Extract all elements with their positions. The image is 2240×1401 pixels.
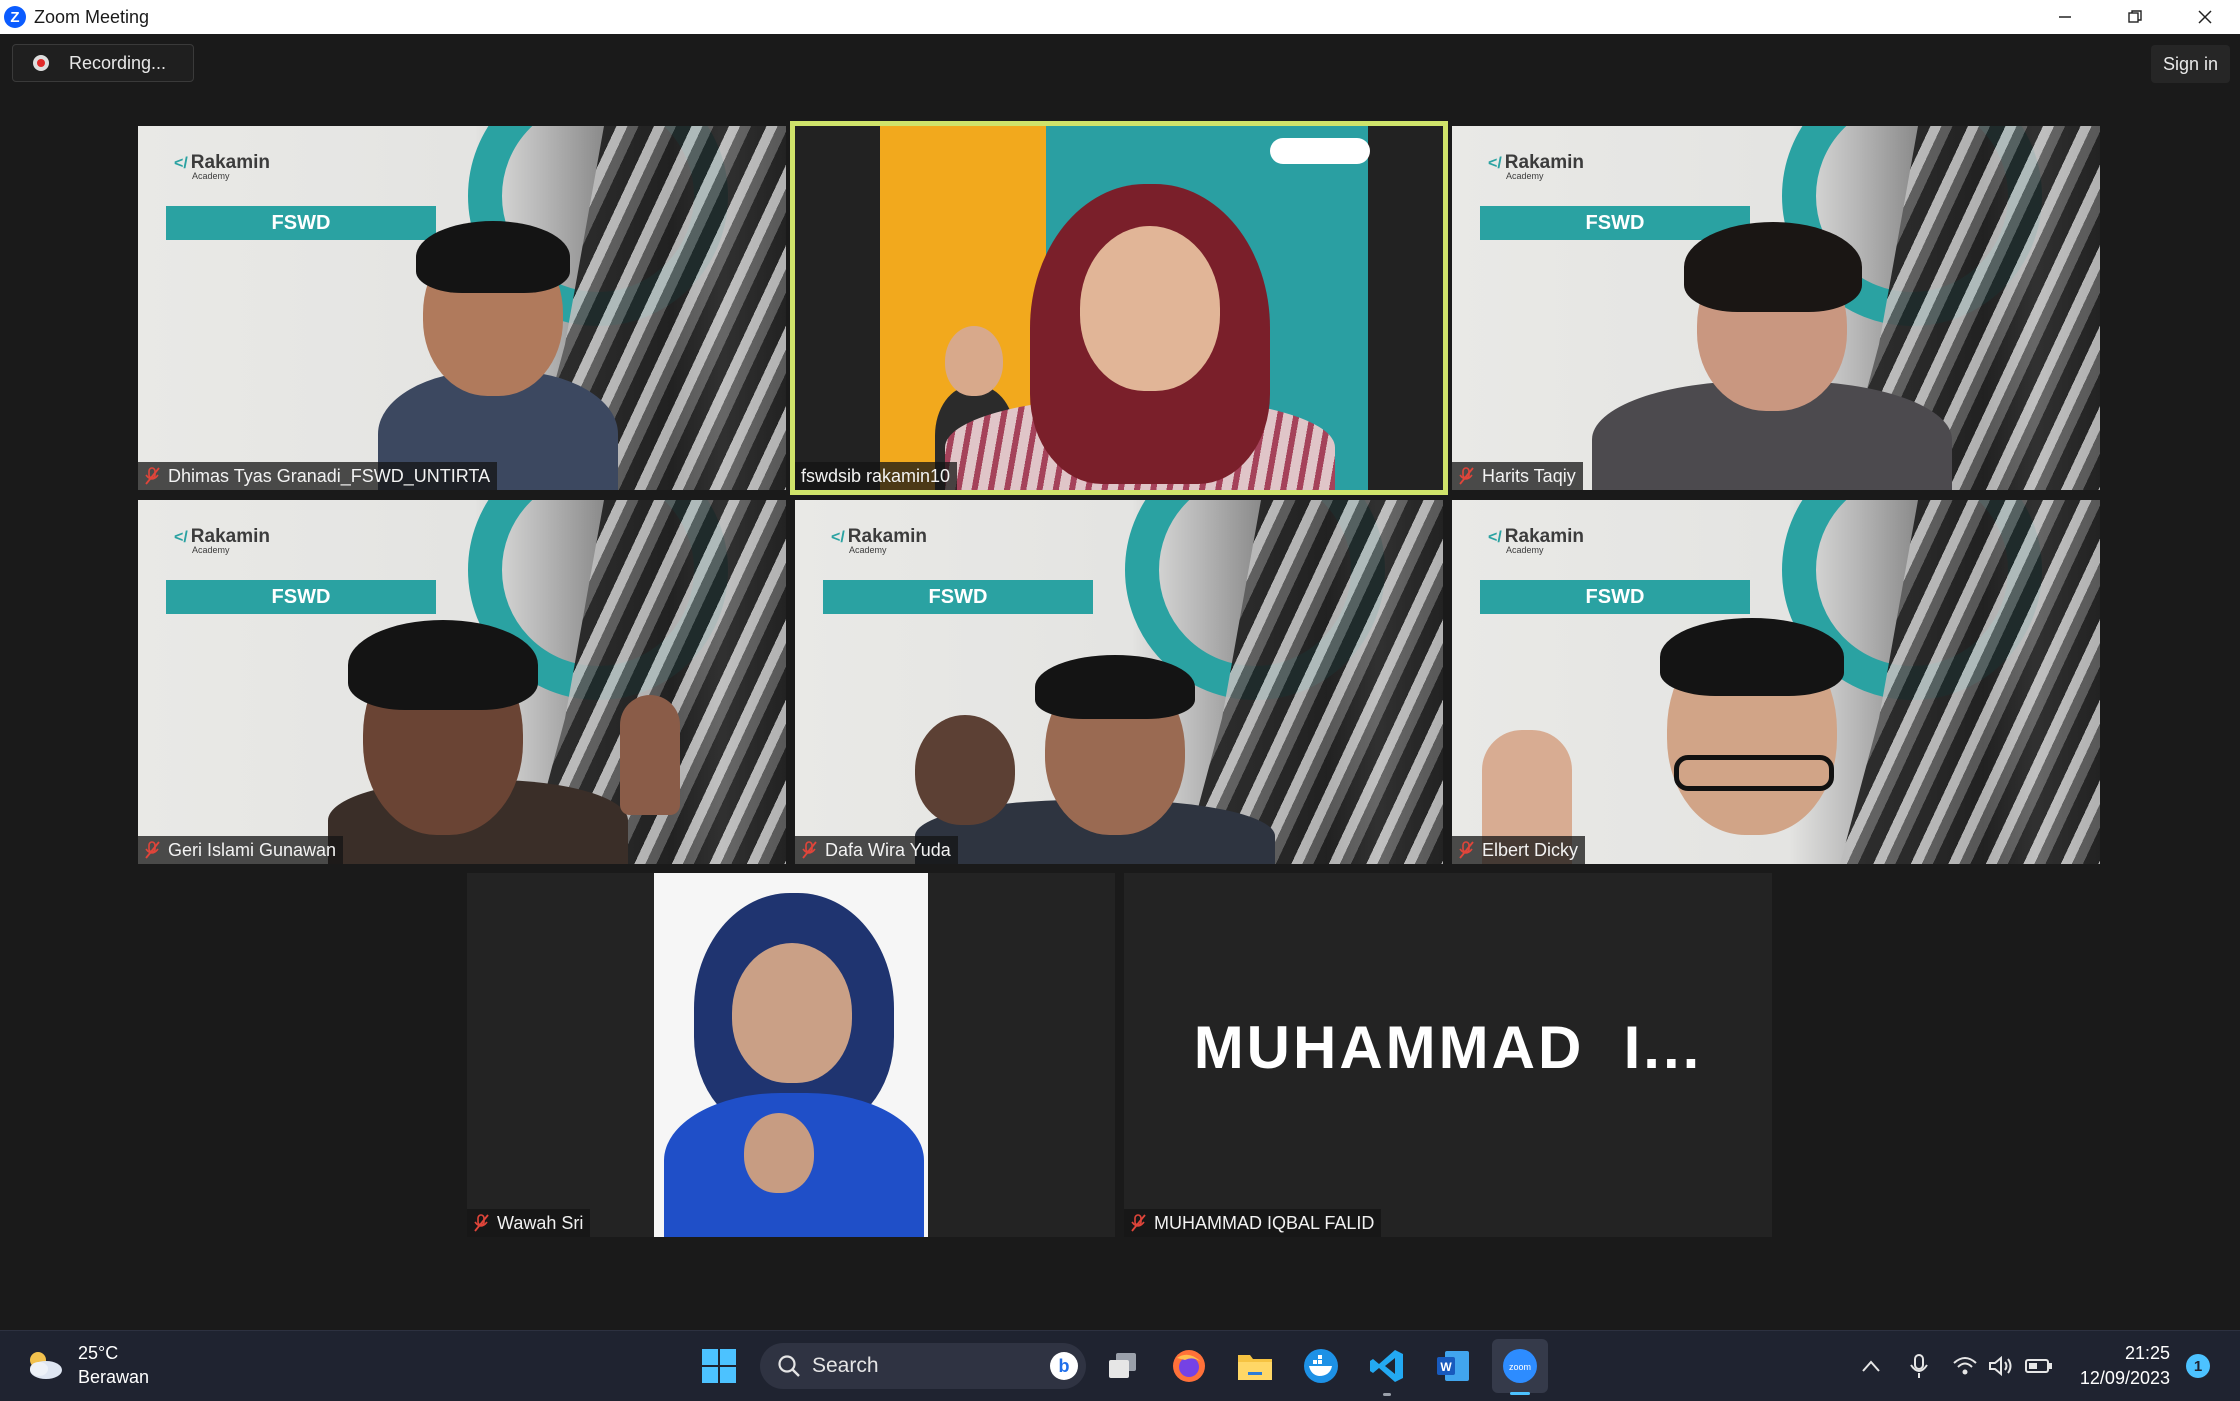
notification-badge[interactable]: 1 [2186, 1354, 2210, 1378]
slide-brand-logo: </Rakamin Academy [174, 152, 270, 181]
recording-dot-icon [33, 55, 49, 71]
participant-tile[interactable]: </Rakamin Academy FSWD Harits Taqiy [1452, 126, 2100, 490]
muted-mic-icon [145, 467, 160, 485]
clock[interactable]: 21:25 12/09/2023 [2074, 1341, 2170, 1391]
restore-icon [2128, 10, 2142, 23]
slide-badge: FSWD [823, 580, 1093, 614]
start-button[interactable] [698, 1345, 740, 1387]
minimize-icon [2059, 16, 2071, 18]
zoom-taskbar-button[interactable]: zoom [1492, 1339, 1548, 1395]
title-bar: Z Zoom Meeting [0, 0, 2240, 34]
recording-label: Recording... [69, 52, 167, 73]
participant-name-label: fswdsib rakamin10 [795, 462, 958, 490]
slide-brand-logo: </Rakamin Academy [1488, 152, 1584, 181]
sponsor-logo [1270, 138, 1370, 164]
chevron-up-icon [1862, 1360, 1880, 1372]
muted-mic-icon [1459, 467, 1474, 485]
file-explorer-button[interactable] [1234, 1345, 1276, 1387]
participant-tile[interactable]: </Rakamin Academy FSWD Dafa Wira Yuda [795, 500, 1443, 864]
slide-brand-logo: </Rakamin Academy [1488, 526, 1584, 555]
slide-brand-logo: </Rakamin Academy [174, 526, 270, 555]
clock-time: 21:25 [2124, 1343, 2170, 1363]
recording-indicator[interactable]: Recording... [12, 44, 194, 82]
vscode-icon [1370, 1350, 1403, 1382]
word-button[interactable]: W [1432, 1345, 1474, 1387]
slide-badge: FSWD [166, 580, 436, 614]
participant-name-label: Wawah Sri [467, 1209, 591, 1237]
weather-description: Berawan [78, 1367, 150, 1387]
running-indicator [1383, 1393, 1391, 1396]
task-view-button[interactable] [1102, 1345, 1144, 1387]
show-hidden-icons-button[interactable] [1850, 1345, 1892, 1387]
battery-icon [2025, 1359, 2052, 1373]
peace-sign-hand [620, 695, 680, 815]
bing-icon: b [1050, 1352, 1078, 1380]
restore-button[interactable] [2100, 0, 2170, 34]
active-speaker-tile[interactable]: fswdsib rakamin10 [790, 121, 1448, 495]
folder-icon [1238, 1355, 1272, 1380]
word-icon: W [1437, 1351, 1469, 1381]
slide-badge: FSWD [166, 206, 436, 240]
close-icon [2198, 10, 2212, 24]
vscode-button[interactable] [1366, 1345, 1408, 1396]
glasses [1674, 755, 1834, 791]
volume-tray-button[interactable] [1980, 1345, 2022, 1387]
window-title: Zoom Meeting [34, 6, 150, 27]
task-view-icon [1109, 1353, 1136, 1378]
participant-name-label: Harits Taqiy [1452, 462, 1583, 490]
slide-badge: FSWD [1480, 580, 1750, 614]
muted-mic-icon [1131, 1214, 1146, 1232]
participant-name-label: Dhimas Tyas Granadi_FSWD_UNTIRTA [138, 462, 498, 490]
minimize-button[interactable] [2030, 0, 2100, 34]
participant-tile[interactable]: MUHAMMAD I... MUHAMMAD IQBAL FALID [1124, 873, 1772, 1237]
clock-date: 12/09/2023 [2079, 1368, 2170, 1388]
participant-name-label: Elbert Dicky [1452, 836, 1586, 864]
search-label: Search [812, 1354, 879, 1377]
weather-widget[interactable]: 25°C Berawan [24, 1341, 149, 1389]
participant-tile[interactable]: </Rakamin Academy FSWD Geri Islami Gunawa… [138, 500, 786, 864]
muted-mic-icon [474, 1214, 489, 1232]
firefox-icon [1173, 1350, 1205, 1382]
docker-icon [1304, 1349, 1338, 1383]
microphone-tray-button[interactable] [1898, 1345, 1940, 1387]
search-icon [778, 1355, 800, 1377]
muted-mic-icon [145, 841, 160, 859]
sign-in-button[interactable]: Sign in [2150, 45, 2230, 83]
active-indicator [1510, 1392, 1530, 1395]
video-off-display-name: MUHAMMAD I... [1193, 1014, 1703, 1081]
raised-fist-hand [915, 715, 1015, 825]
close-button[interactable] [2170, 0, 2240, 34]
battery-tray-button[interactable] [2018, 1345, 2060, 1387]
muted-mic-icon [1459, 841, 1474, 859]
windows-icon [702, 1349, 736, 1383]
participant-tile[interactable]: </Rakamin Academy FSWD Dhimas Tyas Granad… [138, 126, 786, 490]
zoom-logo-icon: Z [4, 6, 26, 28]
taskbar: 25°C Berawan Search b W zoom 21:25 12/09… [0, 1330, 2240, 1401]
svg-text:W: W [1440, 1360, 1452, 1374]
taskbar-search[interactable]: Search b [760, 1343, 1086, 1389]
muted-mic-icon [802, 841, 817, 859]
speaker-icon [1989, 1355, 2012, 1377]
slide-brand-logo: </Rakamin Academy [831, 526, 927, 555]
docker-button[interactable] [1300, 1345, 1342, 1387]
firefox-button[interactable] [1168, 1345, 1210, 1387]
participant-video [654, 873, 928, 1237]
participant-name-label: Dafa Wira Yuda [795, 836, 958, 864]
participant-tile[interactable]: Wawah Sri [467, 873, 1115, 1237]
partly-cloudy-icon [24, 1348, 64, 1382]
microphone-icon [1910, 1354, 1928, 1378]
zoom-app-icon: zoom [1503, 1349, 1537, 1383]
wifi-icon [1953, 1357, 1977, 1375]
participant-tile[interactable]: </Rakamin Academy FSWD Elbert Dicky [1452, 500, 2100, 864]
weather-temperature: 25°C [78, 1343, 119, 1363]
svg-text:zoom: zoom [1509, 1362, 1531, 1372]
participant-name-label: Geri Islami Gunawan [138, 836, 344, 864]
participant-name-label: MUHAMMAD IQBAL FALID [1124, 1209, 1382, 1237]
